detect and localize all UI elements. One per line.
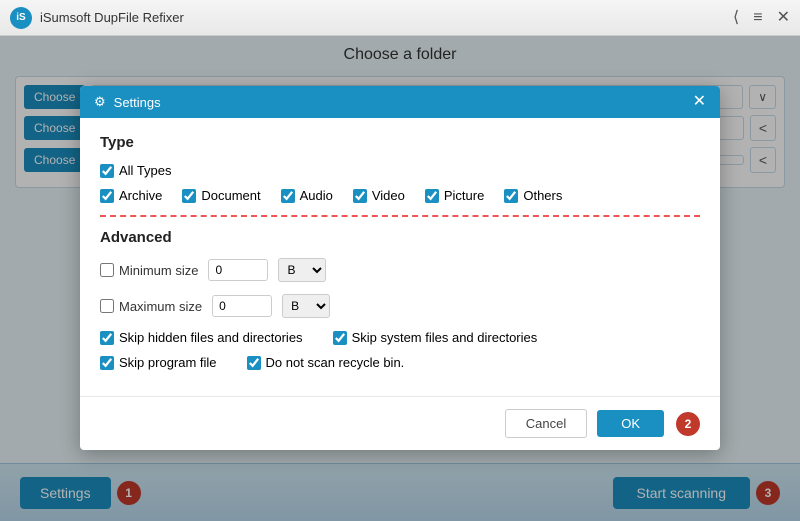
- window-controls: ⟨ ≡ ✕: [733, 10, 790, 26]
- archive-label: Archive: [119, 188, 162, 203]
- share-icon[interactable]: ⟨: [733, 10, 739, 26]
- skip-hidden-checkbox[interactable]: Skip hidden files and directories: [100, 330, 303, 345]
- picture-input[interactable]: [425, 189, 439, 203]
- min-size-input[interactable]: [208, 259, 268, 281]
- archive-input[interactable]: [100, 189, 114, 203]
- settings-gear-icon: ⚙: [94, 94, 106, 110]
- video-checkbox[interactable]: Video: [353, 188, 405, 203]
- all-types-row: All Types: [100, 163, 700, 178]
- dialog-title: Settings: [114, 95, 685, 110]
- picture-checkbox[interactable]: Picture: [425, 188, 484, 203]
- app-title: iSumsoft DupFile Refixer: [40, 10, 733, 25]
- all-types-input[interactable]: [100, 164, 114, 178]
- audio-label: Audio: [300, 188, 333, 203]
- max-size-unit[interactable]: B KB MB GB: [282, 294, 330, 318]
- skip-hidden-label: Skip hidden files and directories: [119, 330, 303, 345]
- no-recycle-label: Do not scan recycle bin.: [266, 355, 405, 370]
- max-size-label: Maximum size: [119, 299, 202, 314]
- max-size-checkbox-input[interactable]: [100, 299, 114, 313]
- archive-checkbox[interactable]: Archive: [100, 188, 162, 203]
- document-checkbox[interactable]: Document: [182, 188, 260, 203]
- title-bar: iS iSumsoft DupFile Refixer ⟨ ≡ ✕: [0, 0, 800, 36]
- options-row-2: Skip program file Do not scan recycle bi…: [100, 355, 700, 370]
- skip-program-label: Skip program file: [119, 355, 217, 370]
- all-types-label: All Types: [119, 163, 172, 178]
- min-size-checkbox[interactable]: Minimum size: [100, 263, 198, 278]
- min-size-unit[interactable]: B KB MB GB: [278, 258, 326, 282]
- video-input[interactable]: [353, 189, 367, 203]
- type-section-title: Type: [100, 134, 700, 151]
- dialog-overlay: ⚙ Settings ✕ Type All Types Arch: [0, 36, 800, 521]
- min-size-checkbox-input[interactable]: [100, 263, 114, 277]
- app-logo: iS: [10, 7, 32, 29]
- skip-program-checkbox[interactable]: Skip program file: [100, 355, 217, 370]
- video-label: Video: [372, 188, 405, 203]
- others-input[interactable]: [504, 189, 518, 203]
- skip-system-label: Skip system files and directories: [352, 330, 538, 345]
- audio-checkbox[interactable]: Audio: [281, 188, 333, 203]
- menu-icon[interactable]: ≡: [753, 10, 762, 26]
- cancel-button[interactable]: Cancel: [505, 409, 587, 438]
- min-size-row: Minimum size B KB MB GB: [100, 258, 700, 282]
- options-row-1: Skip hidden files and directories Skip s…: [100, 330, 700, 345]
- no-recycle-checkbox[interactable]: Do not scan recycle bin.: [247, 355, 405, 370]
- no-recycle-input[interactable]: [247, 356, 261, 370]
- close-icon[interactable]: ✕: [777, 10, 790, 26]
- dialog-close-button[interactable]: ✕: [693, 94, 706, 110]
- skip-system-checkbox[interactable]: Skip system files and directories: [333, 330, 538, 345]
- file-types-row: Archive Document Audio Video: [100, 188, 700, 203]
- skip-system-input[interactable]: [333, 331, 347, 345]
- ok-btn-wrapper: OK 2: [597, 409, 700, 438]
- document-input[interactable]: [182, 189, 196, 203]
- max-size-checkbox[interactable]: Maximum size: [100, 299, 202, 314]
- section-divider: [100, 215, 700, 217]
- dialog-footer: Cancel OK 2: [80, 396, 720, 450]
- max-size-input[interactable]: [212, 295, 272, 317]
- others-label: Others: [523, 188, 562, 203]
- advanced-section-title: Advanced: [100, 229, 700, 246]
- min-size-label: Minimum size: [119, 263, 198, 278]
- document-label: Document: [201, 188, 260, 203]
- audio-input[interactable]: [281, 189, 295, 203]
- max-size-row: Maximum size B KB MB GB: [100, 294, 700, 318]
- all-types-checkbox[interactable]: All Types: [100, 163, 172, 178]
- app-main: Choose a folder Choose E:\ ∨ Choose I:\ …: [0, 36, 800, 521]
- skip-program-input[interactable]: [100, 356, 114, 370]
- dialog-body: Type All Types Archive Document: [80, 118, 720, 396]
- skip-hidden-input[interactable]: [100, 331, 114, 345]
- ok-button[interactable]: OK: [597, 410, 664, 437]
- picture-label: Picture: [444, 188, 484, 203]
- dialog-header: ⚙ Settings ✕: [80, 86, 720, 118]
- ok-badge: 2: [676, 412, 700, 436]
- settings-dialog: ⚙ Settings ✕ Type All Types Arch: [80, 86, 720, 450]
- others-checkbox[interactable]: Others: [504, 188, 562, 203]
